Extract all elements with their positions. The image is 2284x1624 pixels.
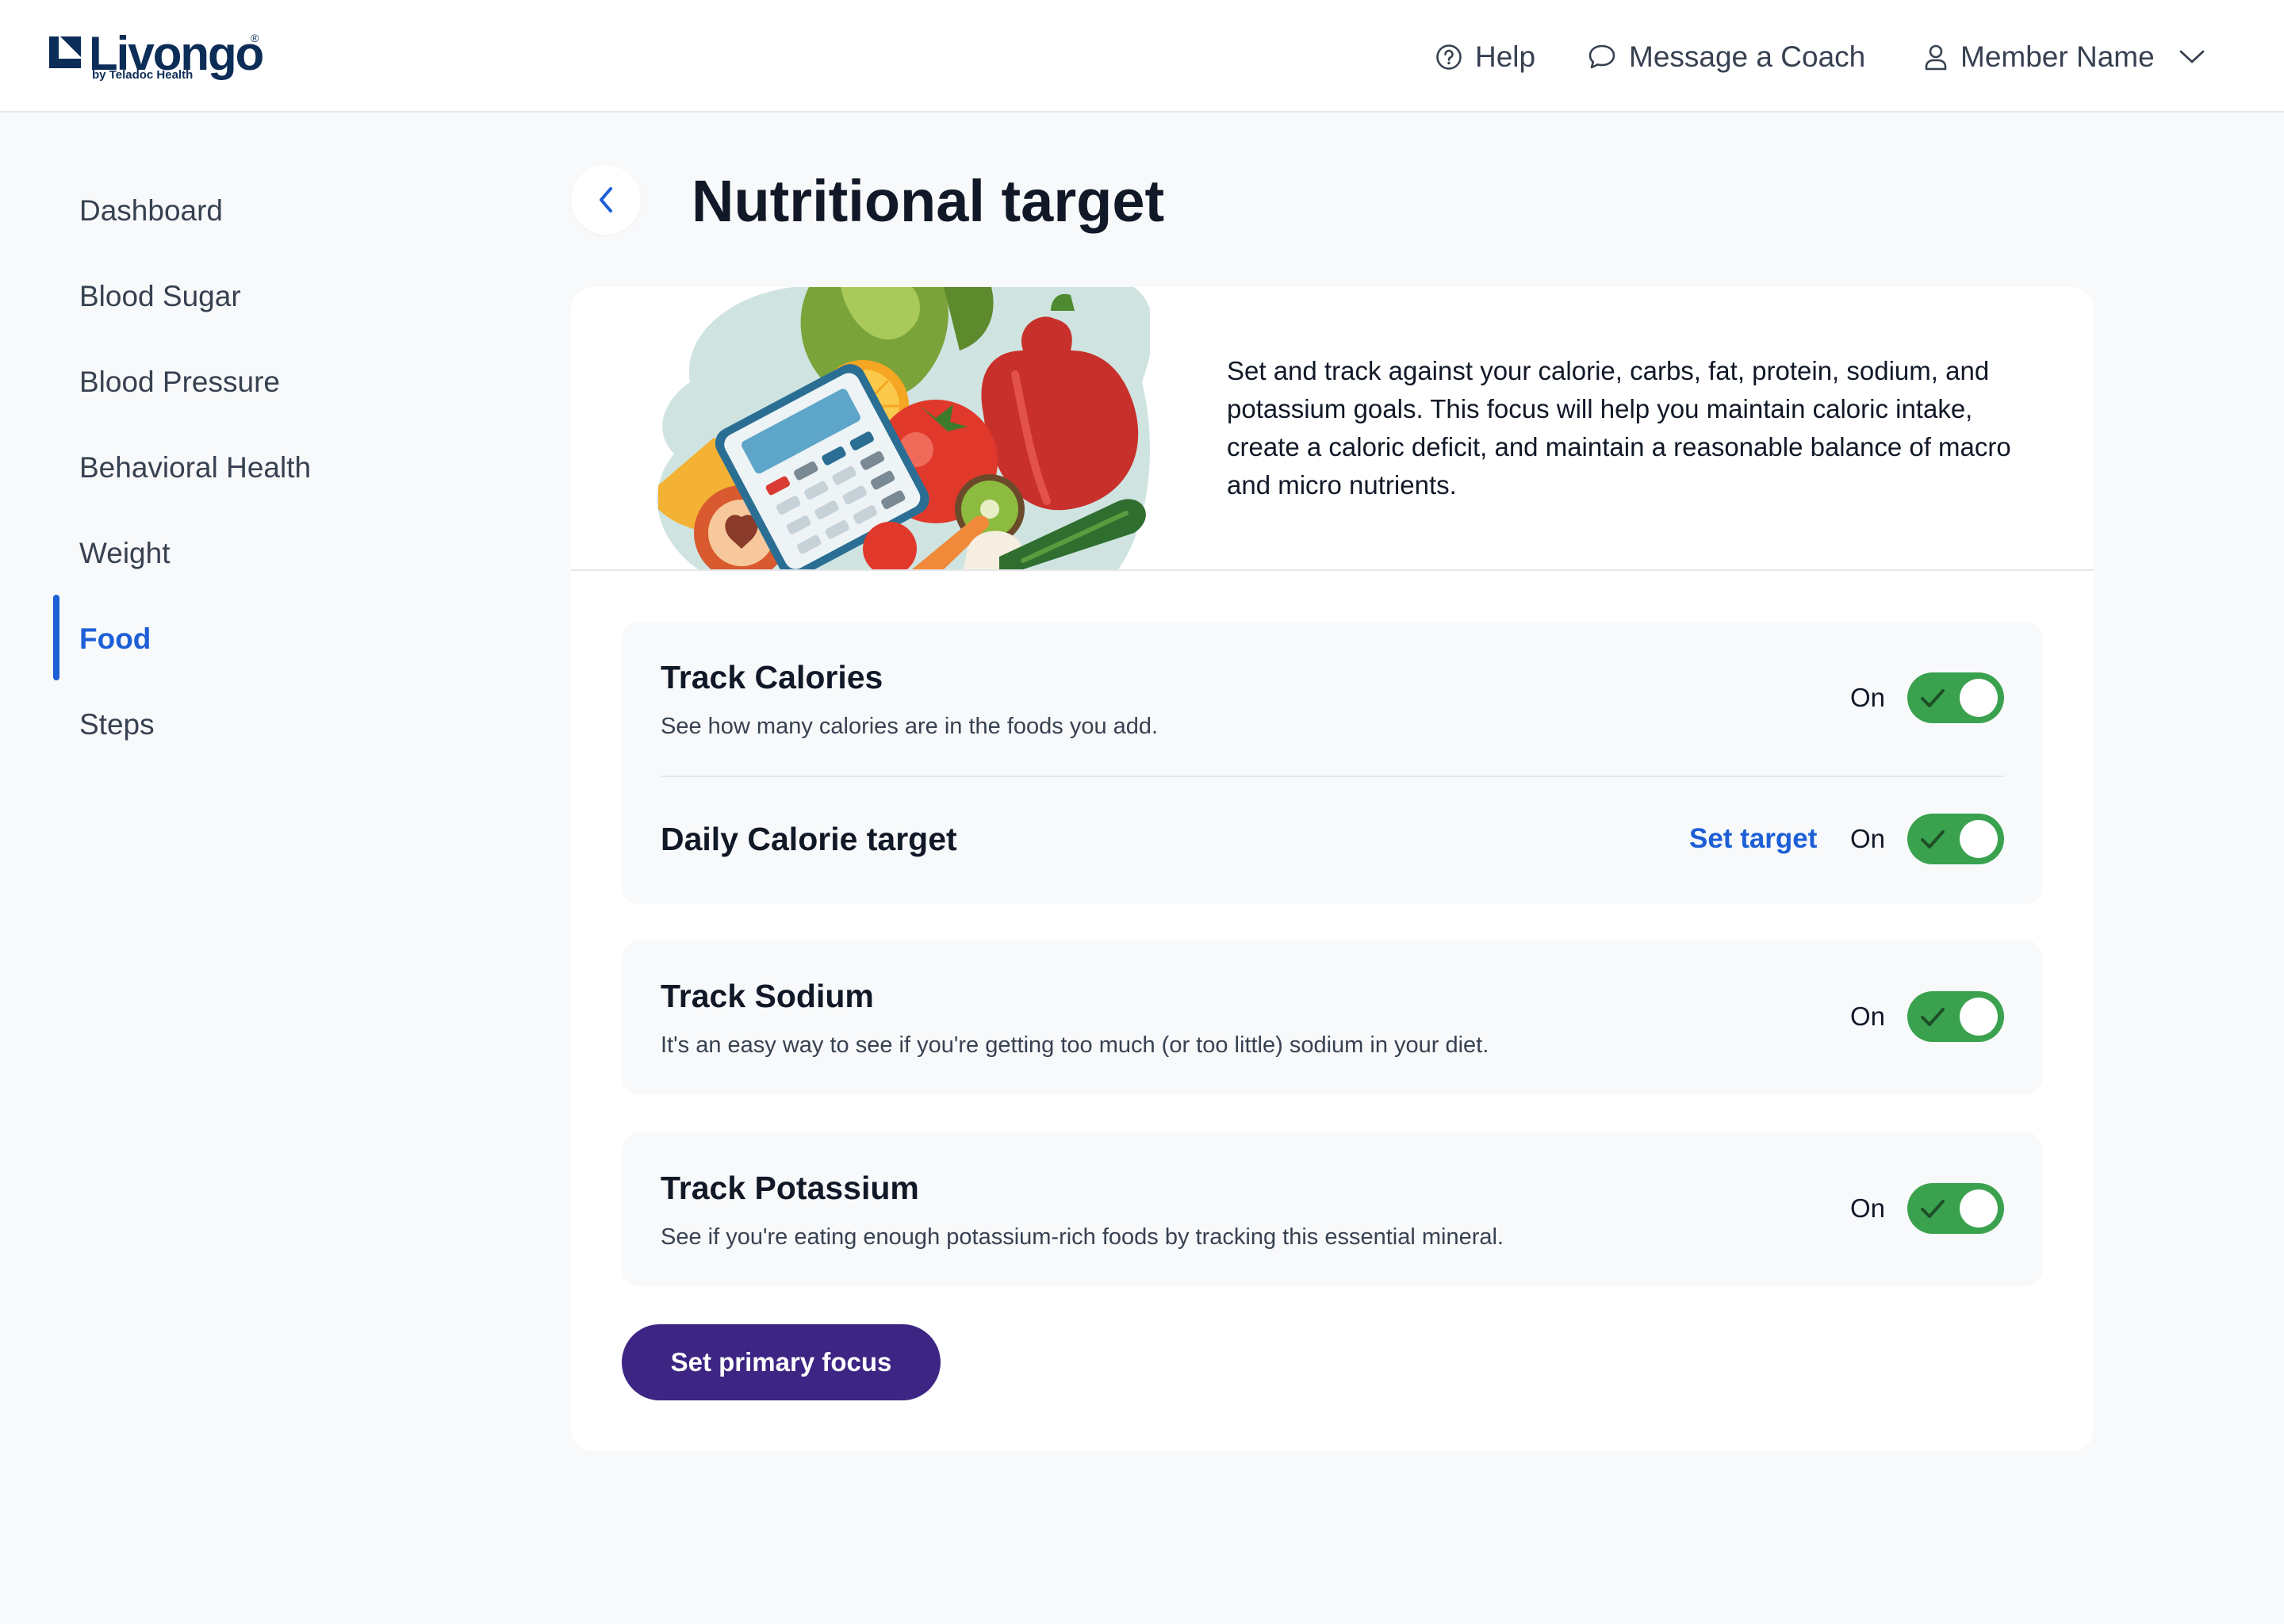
- track-calories-toggle[interactable]: [1907, 672, 2004, 723]
- sidebar-item-blood-pressure[interactable]: Blood Pressure: [79, 358, 444, 406]
- track-potassium-state: On: [1850, 1193, 1886, 1223]
- toggle-knob: [1960, 679, 1998, 717]
- help-link[interactable]: Help: [1435, 32, 1535, 82]
- track-calories-state: On: [1850, 683, 1886, 712]
- sidebar-item-weight[interactable]: Weight: [79, 530, 444, 577]
- member-menu[interactable]: Member Name: [1924, 32, 2205, 82]
- nutrition-card: Set and track against your calorie, carb…: [571, 287, 2094, 1451]
- track-potassium-toggle[interactable]: [1907, 1183, 2004, 1234]
- checkmark-icon: [1921, 1008, 1945, 1026]
- set-target-link[interactable]: Set target: [1689, 822, 1817, 856]
- logo-subtext: by Teladoc Health: [92, 68, 194, 82]
- sidebar-item-dashboard[interactable]: Dashboard: [79, 187, 444, 235]
- back-button[interactable]: [571, 165, 641, 235]
- toggle-knob: [1960, 1189, 1998, 1228]
- divider: [661, 776, 2004, 777]
- daily-calorie-target-title: Daily Calorie target: [661, 821, 957, 857]
- toggle-knob: [1960, 998, 1998, 1036]
- focus-description: Set and track against your calorie, carb…: [1227, 356, 2011, 500]
- calories-panel: Track Calories See how many calories are…: [622, 622, 2043, 904]
- sidebar-active-indicator: [53, 595, 59, 680]
- track-calories-title: Track Calories: [661, 659, 883, 695]
- toggle-knob: [1960, 820, 1998, 858]
- chat-bubble-icon: [1588, 44, 1615, 69]
- top-bar: Livongo ® by Teladoc Health Help Message…: [0, 0, 2284, 113]
- sidebar-item-food[interactable]: Food: [79, 615, 444, 663]
- daily-calorie-target-toggle[interactable]: [1907, 814, 2004, 864]
- help-label: Help: [1475, 40, 1536, 73]
- help-circle-icon: [1436, 44, 1462, 70]
- track-sodium-state: On: [1850, 1002, 1886, 1031]
- logo-mark-icon: [49, 36, 81, 68]
- potassium-panel: Track Potassium See if you're eating eno…: [622, 1132, 2043, 1286]
- message-coach-link[interactable]: Message a Coach: [1588, 32, 1865, 82]
- checkmark-icon: [1921, 689, 1945, 707]
- message-coach-label: Message a Coach: [1629, 40, 1866, 73]
- hero-section: Set and track against your calorie, carb…: [571, 287, 2094, 571]
- daily-calorie-target-state: On: [1850, 824, 1886, 853]
- sidebar-item-steps[interactable]: Steps: [79, 701, 444, 749]
- chevron-down-icon[interactable]: [2179, 49, 2205, 65]
- checkmark-icon: [1921, 830, 1945, 848]
- track-calories-description: See how many calories are in the foods y…: [661, 714, 1159, 739]
- sodium-panel: Track Sodium It's an easy way to see if …: [622, 940, 2043, 1094]
- livongo-logo[interactable]: Livongo ® by Teladoc Health: [49, 29, 264, 86]
- food-illustration: [657, 287, 1150, 569]
- track-potassium-title: Track Potassium: [661, 1170, 919, 1206]
- set-primary-focus-button[interactable]: Set primary focus: [622, 1324, 941, 1400]
- track-sodium-description: It's an easy way to see if you're gettin…: [661, 1032, 1489, 1058]
- track-sodium-toggle[interactable]: [1907, 991, 2004, 1042]
- member-name: Member Name: [1960, 40, 2155, 73]
- user-icon: [1925, 44, 1947, 71]
- logo-registered: ®: [251, 32, 259, 44]
- page-title: Nutritional target: [692, 168, 1165, 234]
- track-sodium-title: Track Sodium: [661, 978, 874, 1014]
- checkmark-icon: [1921, 1200, 1945, 1218]
- sidebar-item-behavioral-health[interactable]: Behavioral Health: [79, 444, 444, 492]
- chevron-left-icon: [600, 187, 612, 213]
- sidebar-item-blood-sugar[interactable]: Blood Sugar: [79, 273, 444, 320]
- track-potassium-description: See if you're eating enough potassium-ri…: [661, 1224, 1504, 1250]
